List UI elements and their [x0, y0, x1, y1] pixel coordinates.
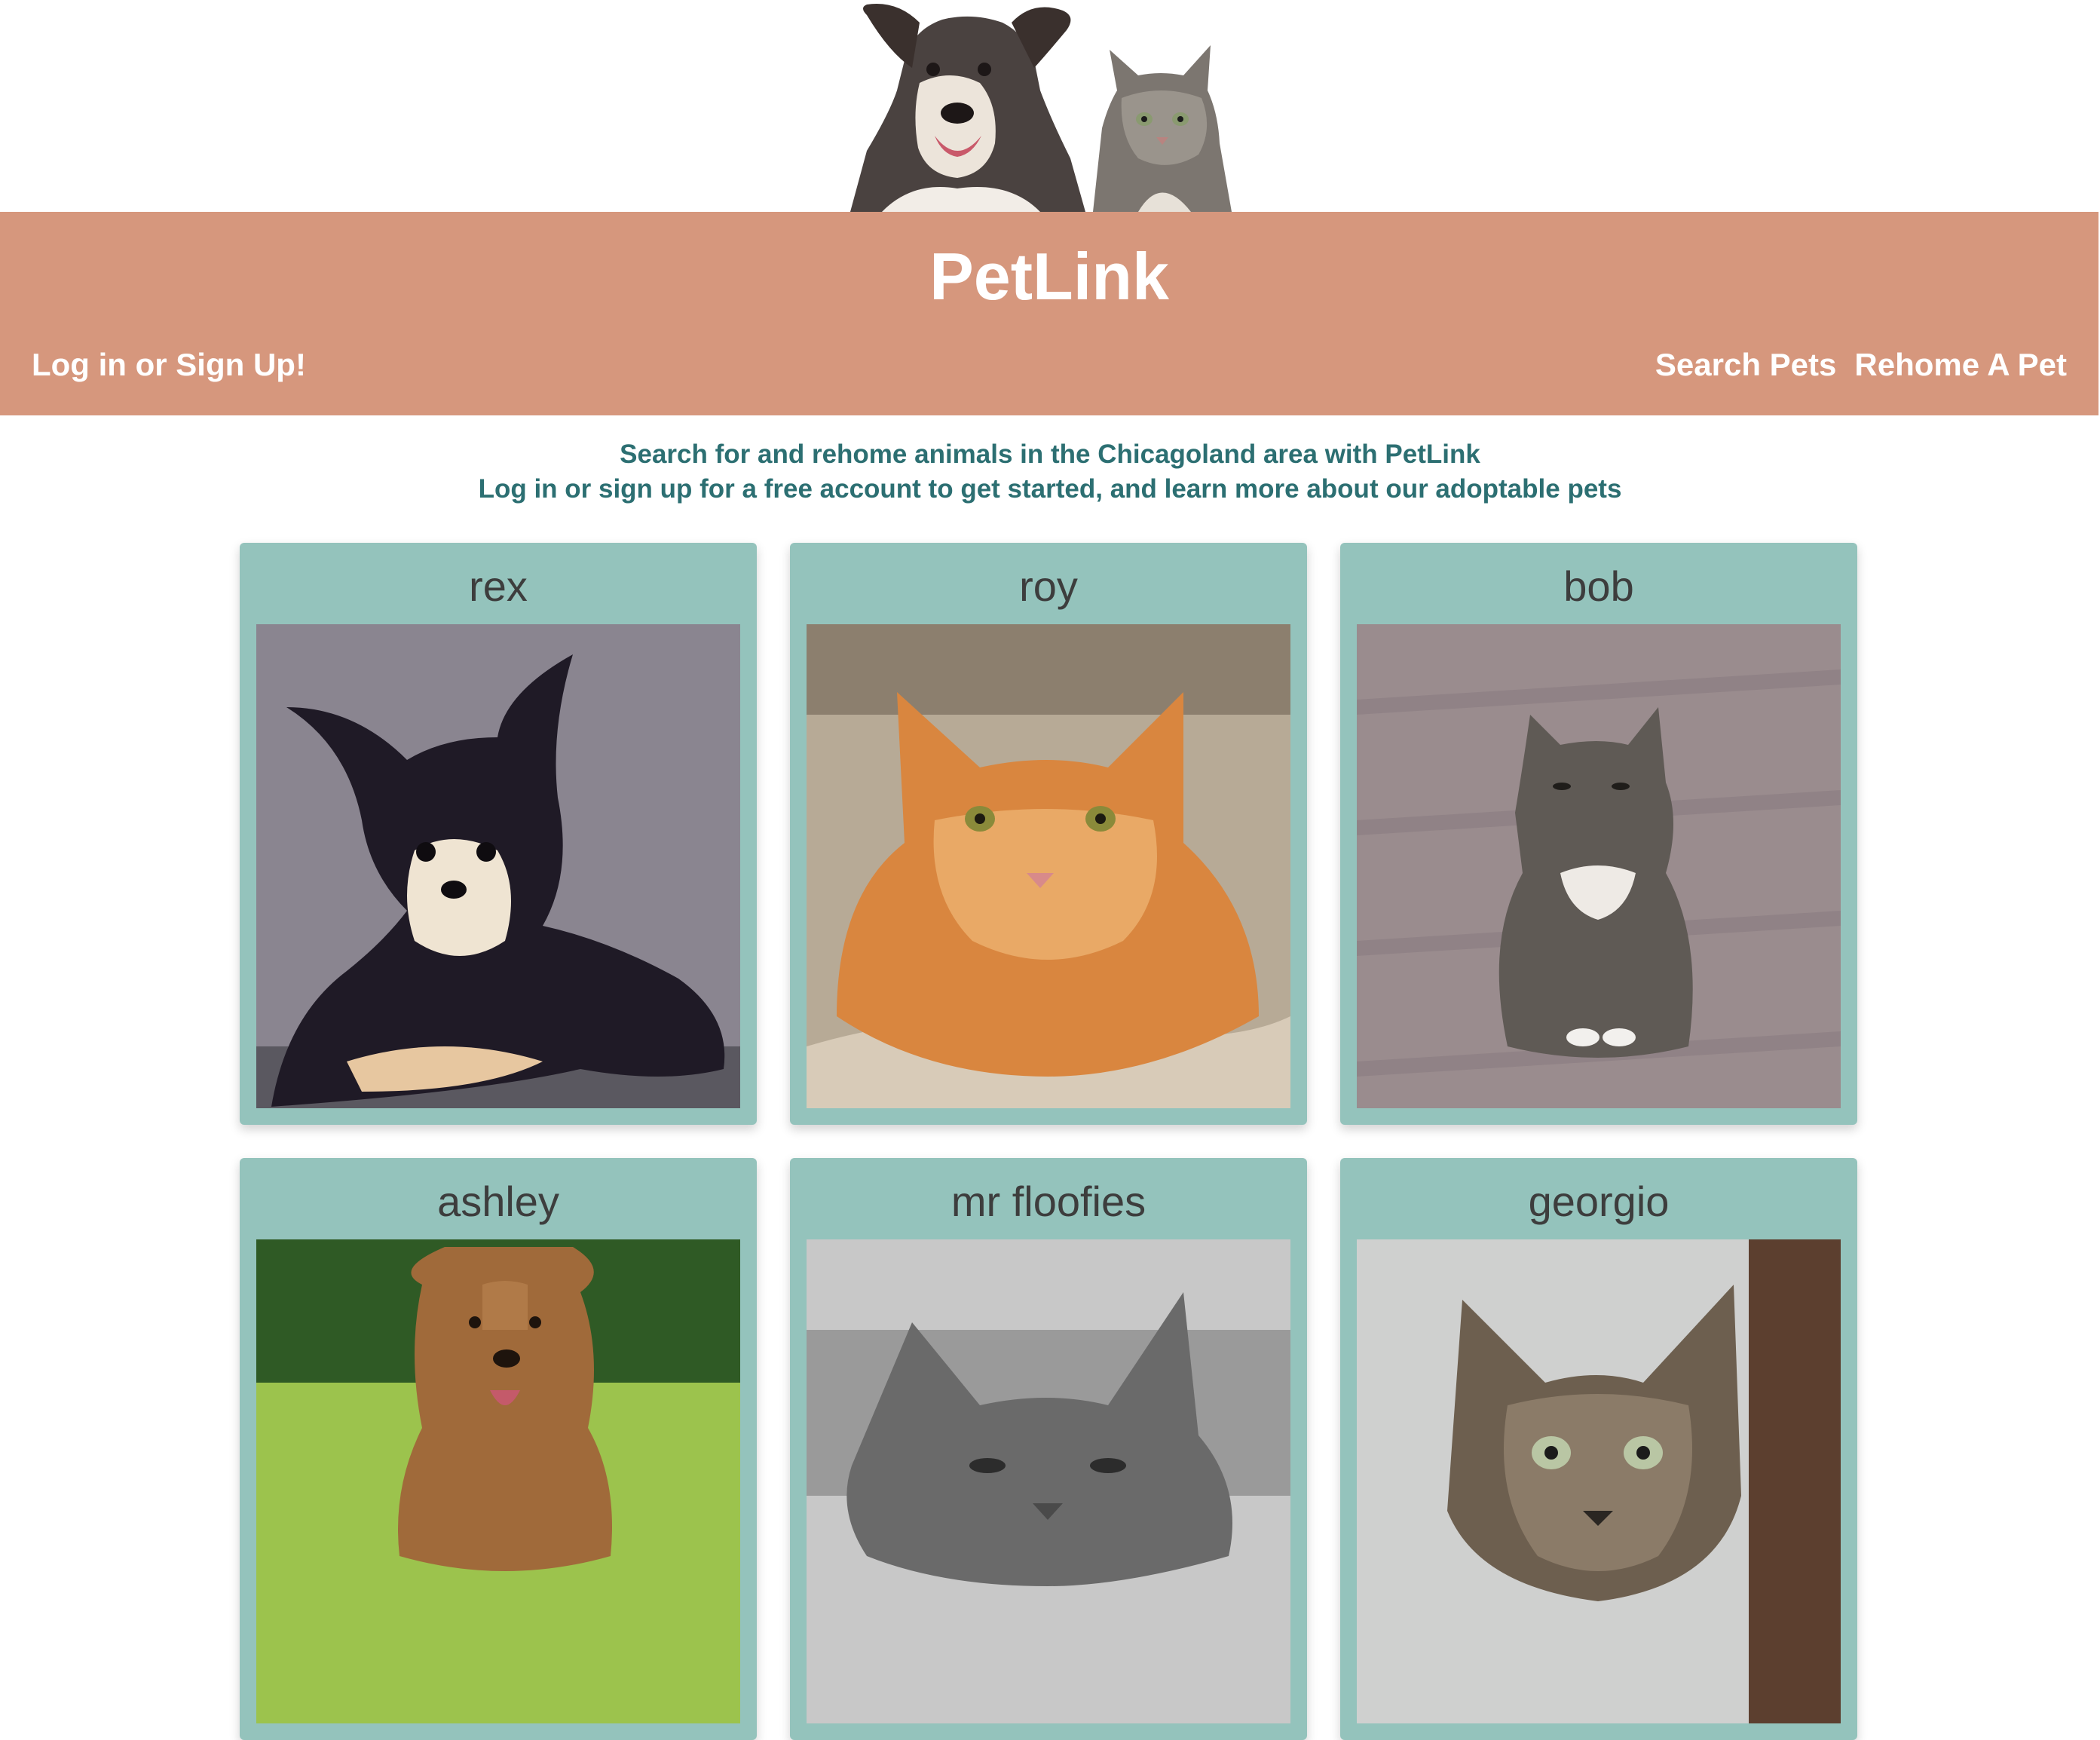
nav-rehome-pet[interactable]: Rehome A Pet — [1854, 349, 2067, 381]
pet-name: rex — [469, 562, 528, 610]
pet-photo[interactable] — [1357, 1239, 1841, 1723]
tabby-cat-photo — [1357, 624, 1841, 1108]
pet-card[interactable]: rex — [240, 543, 757, 1125]
airedale-dog-photo — [256, 1239, 740, 1723]
pet-photo[interactable] — [256, 624, 740, 1108]
main-nav: Search Pets Rehome A Pet — [1655, 349, 2067, 381]
gray-cat-photo — [807, 1239, 1290, 1723]
pet-name: bob — [1563, 562, 1634, 610]
pet-card[interactable]: mr floofies — [790, 1158, 1307, 1740]
pet-name: georgio — [1528, 1178, 1670, 1225]
site-header: PetLink Log in or Sign Up! Search Pets R… — [0, 212, 2098, 415]
intro-line-2: Log in or sign up for a free account to … — [478, 474, 1622, 504]
intro-text: Search for and rehome animals in the Chi… — [0, 437, 2100, 507]
pet-card[interactable]: bob — [1340, 543, 1857, 1125]
pet-photo[interactable] — [256, 1239, 740, 1723]
pet-name: ashley — [437, 1178, 559, 1225]
pet-photo[interactable] — [1357, 624, 1841, 1108]
pet-name: roy — [1019, 562, 1078, 610]
hero-banner — [0, 0, 2100, 212]
dog-and-cat-hero-image — [850, 4, 1232, 212]
orange-cat-photo — [807, 624, 1290, 1108]
pet-photo[interactable] — [807, 1239, 1290, 1723]
nav-search-pets[interactable]: Search Pets — [1655, 349, 1836, 381]
site-title[interactable]: PetLink — [0, 244, 2098, 310]
pet-name: mr floofies — [951, 1178, 1146, 1225]
pet-card[interactable]: georgio — [1340, 1158, 1857, 1740]
pet-card[interactable]: ashley — [240, 1158, 757, 1740]
intro-line-1: Search for and rehome animals in the Chi… — [620, 440, 1480, 469]
pet-card[interactable]: roy — [790, 543, 1307, 1125]
login-signup-link[interactable]: Log in or Sign Up! — [32, 349, 306, 381]
dog-photo — [256, 624, 740, 1108]
pet-photo[interactable] — [807, 624, 1290, 1108]
tabby-cat-photo — [1357, 1239, 1841, 1723]
